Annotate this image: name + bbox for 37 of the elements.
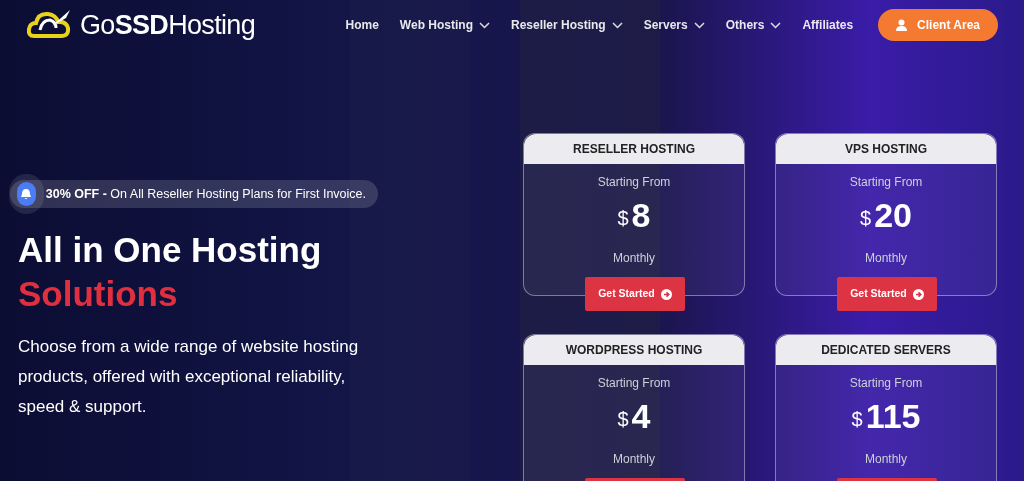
price-amount: 115 bbox=[865, 396, 921, 437]
nav-link[interactable]: Others bbox=[725, 16, 782, 34]
hero-title: All in One Hosting bbox=[18, 229, 323, 271]
billing-period: Monthly bbox=[865, 451, 907, 468]
price-amount: 4 bbox=[631, 396, 651, 437]
currency-symbol: $ bbox=[851, 407, 863, 432]
promo-text: 30% OFF - On All Reseller Hosting Plans for First Invoice. bbox=[45, 185, 366, 203]
plan-name: DEDICATED SERVERS bbox=[776, 335, 996, 365]
price-amount: 8 bbox=[631, 195, 651, 236]
user-icon bbox=[896, 19, 908, 31]
logo-text[interactable]: GoSSDHosting bbox=[80, 11, 255, 39]
nav-link[interactable]: Reseller Hosting bbox=[510, 16, 623, 34]
currency-symbol: $ bbox=[617, 407, 629, 432]
currency-symbol: $ bbox=[617, 206, 629, 231]
plan-name: WORDPRESS HOSTING bbox=[524, 335, 744, 365]
starting-from-label: Starting From bbox=[597, 174, 671, 191]
currency-symbol: $ bbox=[860, 206, 872, 231]
billing-period: Monthly bbox=[613, 250, 655, 267]
starting-from-label: Starting From bbox=[597, 375, 671, 392]
get-started-button[interactable]: Get Started bbox=[585, 277, 685, 311]
arrow-circle-right-icon bbox=[660, 288, 672, 300]
billing-period: Monthly bbox=[865, 250, 907, 267]
nav-link[interactable]: Servers bbox=[643, 16, 705, 34]
bell-icon bbox=[17, 182, 36, 206]
get-started-button[interactable]: Get Started bbox=[837, 277, 937, 311]
nav-link[interactable]: Home bbox=[345, 16, 379, 34]
starting-from-label: Starting From bbox=[849, 174, 923, 191]
nav-link[interactable]: Web Hosting bbox=[399, 16, 490, 34]
plan-name: RESELLER HOSTING bbox=[524, 134, 744, 164]
plan-name: VPS HOSTING bbox=[776, 134, 996, 164]
starting-from-label: Starting From bbox=[849, 375, 923, 392]
hero-title-accent: Solutions bbox=[18, 273, 179, 315]
billing-period: Monthly bbox=[613, 451, 655, 468]
price-amount: 20 bbox=[874, 195, 912, 236]
hero-description: Choose from a wide range of website hosting products, offered with exceptional reliability, speed & support. bbox=[18, 336, 360, 418]
nav-link[interactable]: Affiliates bbox=[802, 16, 854, 34]
arrow-circle-right-icon bbox=[912, 288, 924, 300]
